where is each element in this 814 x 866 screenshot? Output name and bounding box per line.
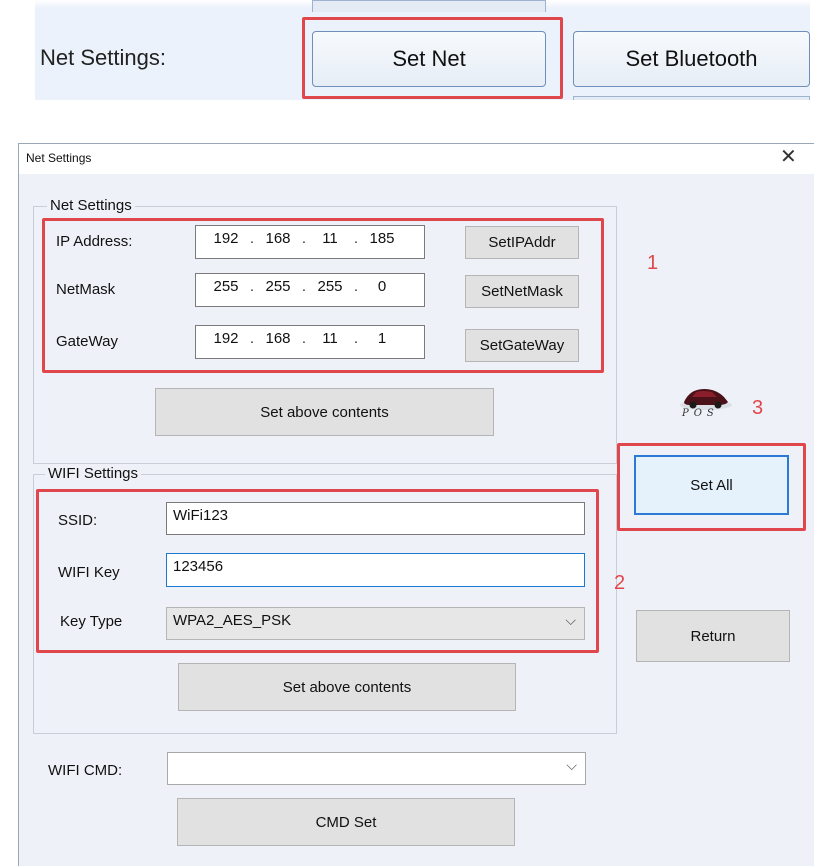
- ghost-button-above: [312, 0, 546, 12]
- net-settings-label: Net Settings:: [40, 45, 166, 70]
- pos-logo: POS: [668, 380, 740, 430]
- highlight-box-1: [42, 218, 604, 373]
- set-bluetooth-button[interactable]: Set Bluetooth: [573, 31, 810, 87]
- ghost-button-below: [573, 96, 810, 100]
- car-logo-icon: [680, 389, 732, 410]
- annotation-number-3: 3: [752, 397, 764, 419]
- net-settings-legend: Net Settings: [47, 197, 135, 214]
- set-all-button[interactable]: Set All: [634, 455, 789, 515]
- wifi-cmd-select[interactable]: ⌵: [167, 752, 586, 785]
- annotation-number-1: 1: [647, 252, 659, 274]
- dialog-title: Net Settings: [26, 151, 92, 165]
- set-wifi-contents-button[interactable]: Set above contents: [178, 663, 516, 711]
- chevron-down-icon: ⌵: [566, 757, 577, 773]
- set-net-contents-button[interactable]: Set above contents: [155, 388, 494, 436]
- wifi-settings-legend: WIFI Settings: [45, 465, 142, 482]
- logo-text: POS: [682, 408, 719, 419]
- set-net-button[interactable]: Set Net: [312, 31, 546, 87]
- annotation-number-2: 2: [614, 572, 626, 594]
- return-button[interactable]: Return: [636, 610, 790, 662]
- wifi-cmd-label: WIFI CMD:: [48, 762, 123, 779]
- close-icon[interactable]: ✕: [780, 147, 797, 167]
- highlight-box-2: [36, 489, 599, 653]
- cmd-set-button[interactable]: CMD Set: [177, 798, 515, 846]
- dialog-titlebar: [19, 144, 814, 174]
